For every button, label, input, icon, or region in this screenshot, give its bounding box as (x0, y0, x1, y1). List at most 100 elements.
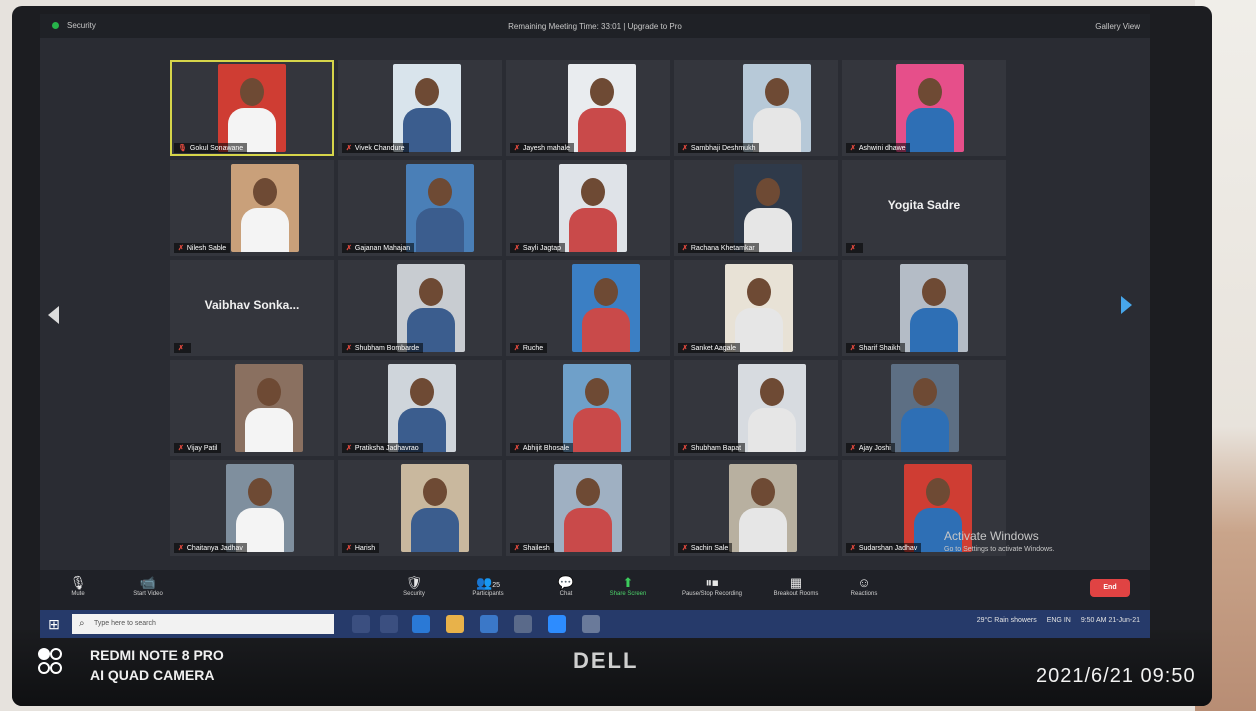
participant-name-label: ✗ Harish (342, 543, 380, 553)
participant-tile[interactable]: ✗ Abhijit Bhosale (506, 360, 670, 456)
participant-body (564, 508, 612, 552)
language-indicator[interactable]: ENG IN (1047, 617, 1071, 624)
participant-name-label: ✗ Sanket Aagale (678, 343, 741, 353)
muted-mic-icon: ✗ (850, 345, 856, 352)
participant-tile[interactable]: ✗ Vijay Patil (170, 360, 334, 456)
participant-video (891, 364, 959, 452)
next-page-icon[interactable] (1121, 296, 1132, 314)
participant-body (901, 408, 949, 452)
participant-tile[interactable]: ✗ Jayesh mahale (506, 60, 670, 156)
pause-stop-icon: ⏸⏹ (705, 575, 719, 590)
participant-tile[interactable]: 🎙 Gokul Sonawane (170, 60, 334, 156)
activate-subtitle: Go to Settings to activate Windows. (944, 546, 1055, 553)
muted-mic-icon: ✗ (178, 545, 184, 552)
muted-mic-icon: ✗ (346, 445, 352, 452)
file-explorer-icon[interactable] (446, 615, 464, 633)
zoom-app-icon[interactable] (548, 615, 566, 633)
participant-name: Sayli Jagtap (522, 245, 562, 252)
muted-mic-icon: ✗ (178, 445, 184, 452)
end-meeting-button[interactable]: End (1090, 579, 1130, 597)
gallery-view-button[interactable]: Gallery View (1095, 22, 1140, 31)
widgets-icon[interactable] (380, 615, 398, 633)
edge-browser-icon[interactable] (412, 615, 430, 633)
store-icon[interactable] (514, 615, 532, 633)
participant-tile[interactable]: ✗ Shubham Bapat (674, 360, 838, 456)
start-video-button[interactable]: 📹 Start Video (116, 574, 180, 597)
participant-head (747, 278, 771, 306)
participant-tile[interactable]: ✗ Sayli Jagtap (506, 160, 670, 256)
windows-taskbar: ⊞ ⌕ Type here to search 29°C Rain shower… (40, 610, 1150, 638)
participant-tile[interactable]: ✗ Sambhaji Deshmukh (674, 60, 838, 156)
mail-icon[interactable] (480, 615, 498, 633)
participant-tile[interactable]: ✗ Vivek Chandure (338, 60, 502, 156)
smile-icon: ☺ (857, 575, 871, 590)
participant-body (578, 108, 626, 152)
participant-name: Shubham Bombarde (354, 345, 420, 352)
participant-head (918, 78, 942, 106)
recording-button[interactable]: ⏸⏹ Pause/Stop Recording (670, 574, 754, 597)
security-button-label: Security (403, 591, 425, 597)
muted-mic-icon: ✗ (850, 445, 856, 452)
task-view-icon[interactable] (352, 615, 370, 633)
participant-name-label: 🎙 Gokul Sonawane (174, 143, 248, 153)
muted-mic-icon: ✗ (682, 145, 688, 152)
participant-tile[interactable]: ✗ Shubham Bombarde (338, 260, 502, 356)
participant-video (572, 264, 640, 352)
settings-icon[interactable] (582, 615, 600, 633)
photo-timestamp: 2021/6/21 09:50 (1036, 665, 1196, 687)
participant-tile[interactable]: ✗ Sachin Sale (674, 460, 838, 556)
participant-tile[interactable]: ✗ Gajanan Mahajan (338, 160, 502, 256)
participant-video (393, 64, 461, 152)
weather-label[interactable]: 29°C Rain showers (977, 617, 1037, 624)
share-screen-button[interactable]: ⬆ Share Screen (596, 574, 660, 597)
participant-name: Shubham Bapat (690, 445, 742, 452)
participant-name-label: ✗ Vivek Chandure (342, 143, 409, 153)
participant-video (226, 464, 294, 552)
participant-tile[interactable]: ✗ Nilesh Sable (170, 160, 334, 256)
participant-tile[interactable]: ✗ Ruche (506, 260, 670, 356)
participant-name: Sanket Aagale (690, 345, 737, 352)
participant-tile[interactable]: ✗ Ashwini dhawe (842, 60, 1006, 156)
camera-line-2: AI QUAD CAMERA (90, 667, 215, 683)
security-button[interactable]: 🛡 Security (382, 574, 446, 597)
participant-name-label: ✗ Shubham Bombarde (342, 343, 424, 353)
muted-mic-icon: ✗ (178, 245, 184, 252)
participant-tile[interactable]: ✗ Shailesh (506, 460, 670, 556)
participant-name: Sudarshan Jadhav (858, 545, 918, 552)
system-tray: 29°C Rain showers ENG IN 9:50 AM 21-Jun-… (977, 617, 1140, 624)
breakout-rooms-button[interactable]: ▦ Breakout Rooms (760, 574, 832, 597)
previous-page-icon[interactable] (48, 306, 59, 324)
participant-video (563, 364, 631, 452)
reactions-button[interactable]: ☺ Reactions (832, 574, 896, 597)
mute-button[interactable]: 🎙 Mute (46, 574, 110, 597)
muted-mic-icon: ✗ (346, 545, 352, 552)
participant-body (241, 208, 289, 252)
participant-name: Harish (354, 545, 376, 552)
participant-tile[interactable]: Yogita Sadre ✗ (842, 160, 1006, 256)
participant-tile[interactable]: ✗ Sanket Aagale (674, 260, 838, 356)
clock[interactable]: 9:50 AM 21-Jun-21 (1081, 617, 1140, 624)
muted-mic-icon: ✗ (514, 445, 520, 452)
muted-mic-icon: ✗ (682, 545, 688, 552)
taskbar-search-box[interactable]: ⌕ Type here to search (72, 614, 334, 634)
recording-label: Pause/Stop Recording (681, 591, 743, 597)
participants-button[interactable]: 👥25 Participants (456, 574, 520, 597)
participant-gallery: 🎙 Gokul Sonawane ✗ Vivek Chandure ✗ Jayesh ma… (170, 60, 1010, 560)
participant-name-label: ✗ Shailesh (510, 543, 554, 553)
participant-tile[interactable]: ✗ Harish (338, 460, 502, 556)
participant-name-label: ✗ Chaitanya Jadhav (174, 543, 247, 553)
participant-head (926, 478, 950, 506)
participant-tile[interactable]: ✗ Chaitanya Jadhav (170, 460, 334, 556)
participant-tile[interactable]: ✗ Pratiksha Jadhavrao (338, 360, 502, 456)
chat-button[interactable]: 💬 Chat (534, 574, 598, 597)
participant-body (403, 108, 451, 152)
participant-body (910, 308, 958, 352)
windows-start-icon[interactable]: ⊞ (46, 616, 62, 632)
participant-tile[interactable]: ✗ Rachana Khetamkar (674, 160, 838, 256)
participant-head (576, 478, 600, 506)
participant-tile[interactable]: Vaibhav Sonka... ✗ (170, 260, 334, 356)
participants-label: Participants (472, 591, 504, 597)
participant-tile[interactable]: ✗ Ajay Joshi (842, 360, 1006, 456)
participant-head (253, 178, 277, 206)
participant-tile[interactable]: ✗ Sharif Shaikh (842, 260, 1006, 356)
